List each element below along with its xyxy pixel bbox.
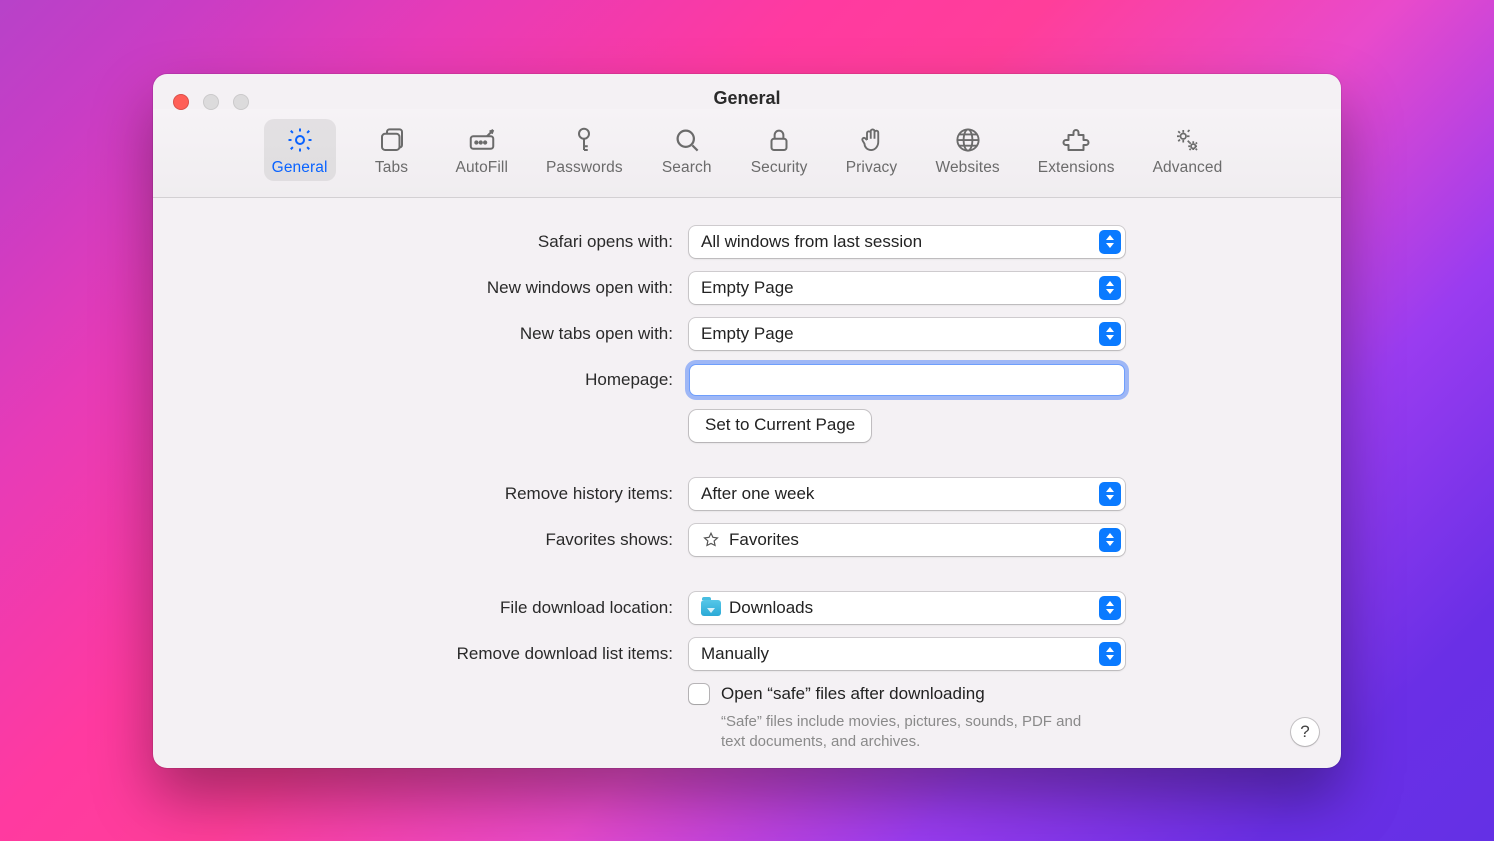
popup-favorites-shows[interactable]: Favorites — [689, 524, 1125, 556]
open-safe-files-checkbox[interactable] — [689, 684, 709, 704]
chevrons-up-down-icon — [1099, 642, 1121, 666]
titlebar: General General Tabs — [153, 74, 1341, 198]
gear-icon — [285, 125, 315, 155]
tab-search[interactable]: Search — [653, 119, 721, 181]
tab-label: Passwords — [546, 159, 623, 177]
tab-label: Websites — [936, 159, 1000, 177]
tab-general[interactable]: General — [264, 119, 336, 181]
search-icon — [672, 125, 702, 155]
popup-new-windows-open-with[interactable]: Empty Page — [689, 272, 1125, 304]
label-remove-history: Remove history items: — [193, 484, 673, 504]
key-icon — [569, 125, 599, 155]
minimize-window-button[interactable] — [203, 94, 219, 110]
tab-advanced[interactable]: Advanced — [1145, 119, 1231, 181]
tab-autofill[interactable]: AutoFill — [448, 119, 516, 181]
label-favorites-shows: Favorites shows: — [193, 530, 673, 550]
tab-label: Privacy — [846, 159, 898, 177]
tab-websites[interactable]: Websites — [928, 119, 1008, 181]
tabs-icon — [377, 125, 407, 155]
label-new-tabs: New tabs open with: — [193, 324, 673, 344]
tab-label: Security — [751, 159, 808, 177]
tab-extensions[interactable]: Extensions — [1030, 119, 1123, 181]
label-remove-download-list: Remove download list items: — [193, 644, 673, 664]
hand-icon — [857, 125, 887, 155]
tab-label: Tabs — [375, 159, 408, 177]
popup-new-tabs-open-with[interactable]: Empty Page — [689, 318, 1125, 350]
popup-remove-download-list-items[interactable]: Manually — [689, 638, 1125, 670]
chevrons-up-down-icon — [1099, 482, 1121, 506]
label-safari-opens-with: Safari opens with: — [193, 232, 673, 252]
open-safe-files-help-text: “Safe” files include movies, pictures, s… — [721, 712, 1101, 753]
preferences-toolbar: General Tabs — [153, 109, 1341, 198]
tab-label: AutoFill — [456, 159, 508, 177]
tab-label: Search — [662, 159, 712, 177]
open-safe-files-label[interactable]: Open “safe” files after downloading — [721, 684, 985, 704]
globe-icon — [953, 125, 983, 155]
label-download-location: File download location: — [193, 598, 673, 618]
label-homepage: Homepage: — [193, 370, 673, 390]
puzzle-icon — [1061, 125, 1091, 155]
popup-value: Manually — [701, 644, 769, 664]
chevrons-up-down-icon — [1099, 276, 1121, 300]
tab-privacy[interactable]: Privacy — [838, 119, 906, 181]
tab-passwords[interactable]: Passwords — [538, 119, 631, 181]
label-new-windows: New windows open with: — [193, 278, 673, 298]
chevrons-up-down-icon — [1099, 596, 1121, 620]
popup-remove-history-items[interactable]: After one week — [689, 478, 1125, 510]
help-button[interactable]: ? — [1291, 718, 1319, 746]
traffic-lights — [173, 94, 249, 110]
popup-value: All windows from last session — [701, 232, 922, 252]
lock-icon — [764, 125, 794, 155]
popup-value: Favorites — [729, 530, 799, 550]
tab-label: Advanced — [1153, 159, 1223, 177]
gears-icon — [1172, 125, 1202, 155]
popup-value: After one week — [701, 484, 814, 504]
popup-value: Downloads — [729, 598, 813, 618]
preferences-window: General General Tabs — [153, 74, 1341, 768]
homepage-input[interactable] — [689, 364, 1125, 396]
tab-label: General — [272, 159, 328, 177]
tab-tabs[interactable]: Tabs — [358, 119, 426, 181]
popup-safari-opens-with[interactable]: All windows from last session — [689, 226, 1125, 258]
star-icon — [701, 531, 721, 549]
zoom-window-button[interactable] — [233, 94, 249, 110]
window-title: General — [153, 74, 1341, 109]
autofill-icon — [467, 125, 497, 155]
downloads-folder-icon — [701, 599, 721, 617]
tab-label: Extensions — [1038, 159, 1115, 177]
chevrons-up-down-icon — [1099, 230, 1121, 254]
chevrons-up-down-icon — [1099, 528, 1121, 552]
tab-security[interactable]: Security — [743, 119, 816, 181]
general-pane: Safari opens with: All windows from last… — [153, 198, 1341, 768]
popup-file-download-location[interactable]: Downloads — [689, 592, 1125, 624]
popup-value: Empty Page — [701, 278, 794, 298]
popup-value: Empty Page — [701, 324, 794, 344]
chevrons-up-down-icon — [1099, 322, 1121, 346]
set-to-current-page-button[interactable]: Set to Current Page — [689, 410, 871, 442]
close-window-button[interactable] — [173, 94, 189, 110]
